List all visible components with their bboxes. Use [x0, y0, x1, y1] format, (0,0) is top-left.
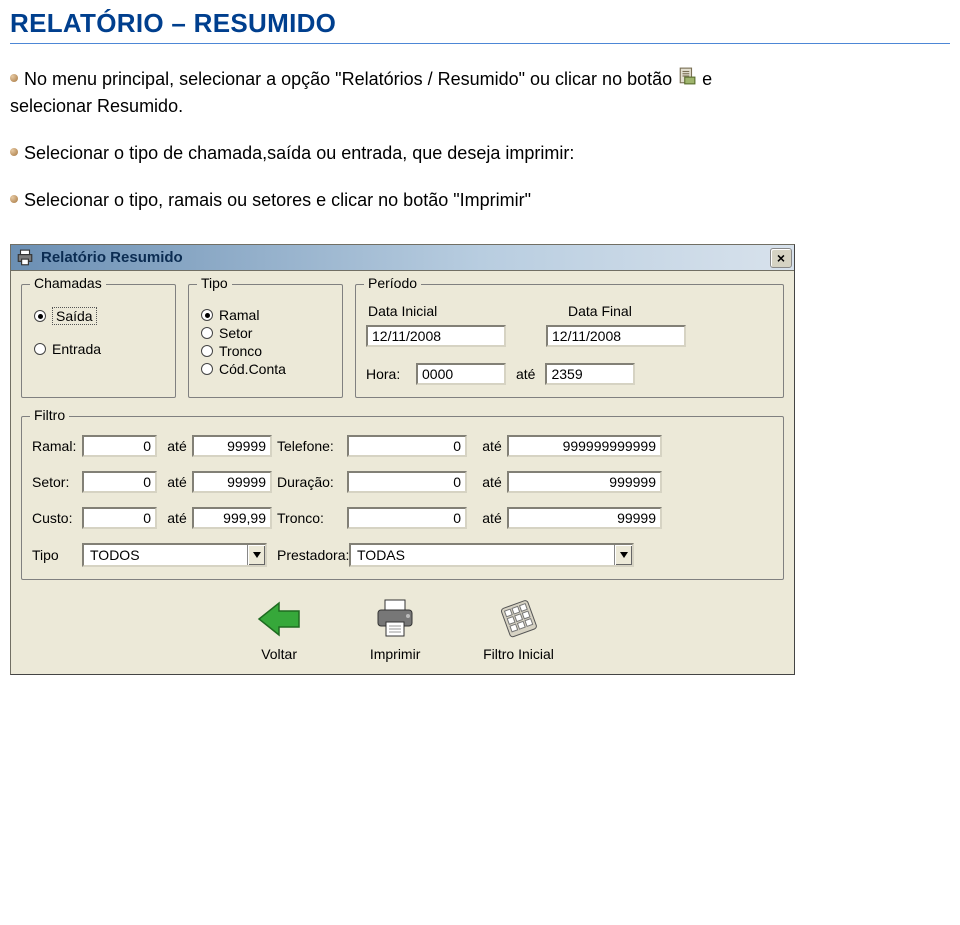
- bullet-icon: [10, 195, 18, 203]
- bullet-icon: [10, 148, 18, 156]
- voltar-label: Voltar: [261, 646, 297, 662]
- radio-label-entrada: Entrada: [52, 341, 101, 357]
- input-setor-de[interactable]: [82, 471, 157, 493]
- input-data-final[interactable]: [546, 325, 686, 347]
- label-ate: até: [162, 474, 192, 490]
- instruction-text-1-cont: selecionar Resumido.: [10, 93, 950, 120]
- radio-label-tronco: Tronco: [219, 343, 262, 359]
- group-chamadas: Chamadas Saída Entrada: [21, 284, 176, 398]
- label-ate: até: [477, 438, 507, 454]
- keypad-icon: [490, 596, 546, 642]
- input-hora-ini[interactable]: [416, 363, 506, 385]
- filtro-inicial-label: Filtro Inicial: [483, 646, 554, 662]
- input-tronco-de[interactable]: [347, 507, 467, 529]
- select-tipo[interactable]: TODOS: [82, 543, 267, 567]
- dialog-title: Relatório Resumido: [41, 249, 770, 266]
- input-hora-fim[interactable]: [545, 363, 635, 385]
- input-setor-ate[interactable]: [192, 471, 272, 493]
- radio-dot-icon: [201, 363, 213, 375]
- label-prestadora: Prestadora:: [277, 547, 349, 563]
- close-button[interactable]: ×: [770, 248, 792, 268]
- printer-icon: [13, 246, 37, 270]
- filtro-inicial-button[interactable]: Filtro Inicial: [483, 596, 554, 662]
- instruction-text-1a: No menu principal, selecionar a opção "R…: [24, 66, 672, 93]
- legend-periodo: Período: [364, 275, 421, 291]
- label-data-inicial: Data Inicial: [368, 303, 508, 319]
- label-custo: Custo:: [32, 510, 82, 526]
- group-filtro: Filtro Ramal: até Telefone: até Setor: a…: [21, 416, 784, 580]
- select-prestadora[interactable]: TODAS: [349, 543, 634, 567]
- radio-label-saida: Saída: [52, 307, 97, 325]
- select-prestadora-value: TODAS: [357, 547, 614, 563]
- radio-dot-icon: [34, 343, 46, 355]
- group-tipo: Tipo Ramal Setor Tronco: [188, 284, 343, 398]
- radio-entrada[interactable]: Entrada: [34, 341, 163, 357]
- radio-dot-icon: [34, 310, 46, 322]
- legend-tipo: Tipo: [197, 275, 232, 291]
- imprimir-label: Imprimir: [370, 646, 421, 662]
- radio-label-ramal: Ramal: [219, 307, 259, 323]
- label-ate: até: [162, 438, 192, 454]
- legend-chamadas: Chamadas: [30, 275, 106, 291]
- instruction-text-3: Selecionar o tipo, ramais ou setores e c…: [24, 187, 531, 214]
- input-tronco-ate[interactable]: [507, 507, 662, 529]
- page-title: RELATÓRIO – RESUMIDO: [10, 8, 950, 39]
- radio-dot-icon: [201, 309, 213, 321]
- voltar-button[interactable]: Voltar: [251, 596, 307, 662]
- label-ate: até: [477, 474, 507, 490]
- select-tipo-value: TODOS: [90, 547, 247, 563]
- label-duracao: Duração:: [277, 474, 347, 490]
- input-telefone-de[interactable]: [347, 435, 467, 457]
- radio-codconta[interactable]: Cód.Conta: [201, 361, 330, 377]
- radio-saida[interactable]: Saída: [34, 307, 163, 325]
- bullet-icon: [10, 74, 18, 82]
- titlebar: Relatório Resumido ×: [11, 245, 794, 271]
- input-ramal-ate[interactable]: [192, 435, 272, 457]
- label-hora: Hora:: [366, 366, 406, 382]
- title-rule: [10, 43, 950, 44]
- label-ate: até: [477, 510, 507, 526]
- input-data-inicial[interactable]: [366, 325, 506, 347]
- label-tronco: Tronco:: [277, 510, 347, 526]
- label-tipo-filtro: Tipo: [32, 547, 82, 563]
- imprimir-button[interactable]: Imprimir: [367, 596, 423, 662]
- input-duracao-ate[interactable]: [507, 471, 662, 493]
- radio-label-setor: Setor: [219, 325, 252, 341]
- radio-dot-icon: [201, 345, 213, 357]
- input-duracao-de[interactable]: [347, 471, 467, 493]
- radio-dot-icon: [201, 327, 213, 339]
- input-telefone-ate[interactable]: [507, 435, 662, 457]
- radio-ramal[interactable]: Ramal: [201, 307, 330, 323]
- label-ate-hora: até: [516, 366, 535, 382]
- chevron-down-icon: [247, 545, 265, 565]
- radio-label-codconta: Cód.Conta: [219, 361, 286, 377]
- back-arrow-icon: [251, 596, 307, 642]
- group-periodo: Período Data Inicial Data Final Hora: at…: [355, 284, 784, 398]
- instruction-text-1b: e: [702, 66, 712, 93]
- printer-icon: [367, 596, 423, 642]
- label-setor: Setor:: [32, 474, 82, 490]
- label-ate: até: [162, 510, 192, 526]
- label-telefone: Telefone:: [277, 438, 347, 454]
- label-ramal: Ramal:: [32, 438, 82, 454]
- label-data-final: Data Final: [568, 303, 632, 319]
- dialog-relatorio-resumido: Relatório Resumido × Chamadas Saída: [10, 244, 795, 675]
- input-custo-de[interactable]: [82, 507, 157, 529]
- radio-setor[interactable]: Setor: [201, 325, 330, 341]
- report-icon: [678, 66, 696, 84]
- instruction-text-2: Selecionar o tipo de chamada,saída ou en…: [24, 140, 574, 167]
- input-custo-ate[interactable]: [192, 507, 272, 529]
- chevron-down-icon: [614, 545, 632, 565]
- radio-tronco[interactable]: Tronco: [201, 343, 330, 359]
- input-ramal-de[interactable]: [82, 435, 157, 457]
- legend-filtro: Filtro: [30, 407, 69, 423]
